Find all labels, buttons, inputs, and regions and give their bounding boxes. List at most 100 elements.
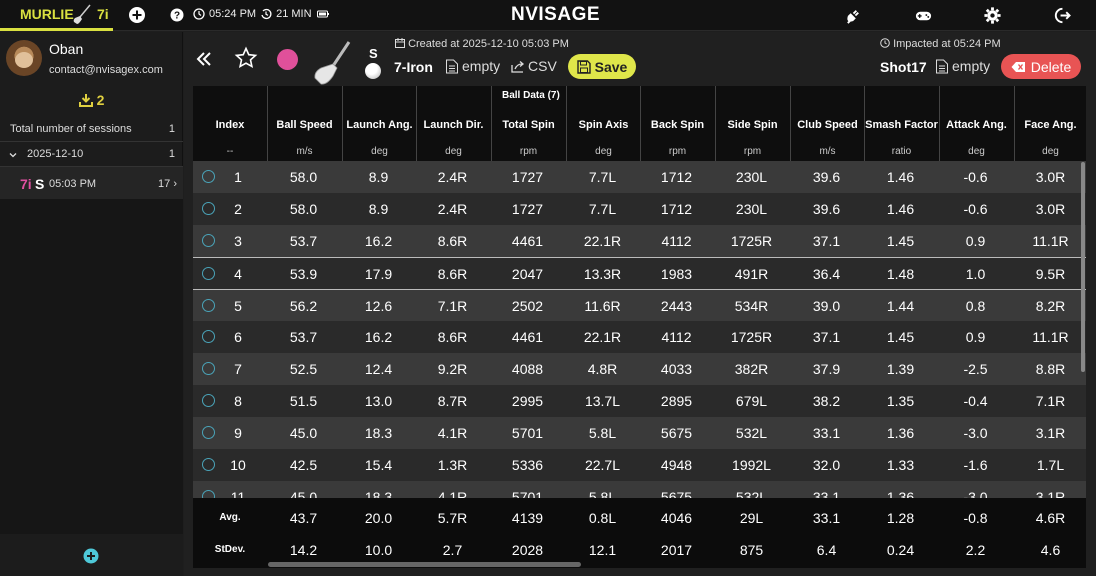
row-radio[interactable]: [202, 490, 215, 498]
current-time: 05:24 PM: [209, 8, 257, 20]
club-color-dot[interactable]: [277, 49, 298, 70]
gear-icon[interactable]: [983, 6, 1002, 25]
table-row[interactable]: 7 52.5 12.4 9.2R 4088 4.8R 4033 382R 37.9 1.39 -2.…: [193, 353, 1086, 385]
table-row[interactable]: 2 58.0 8.9 2.4R 1727 7.7L 1712 230L 39.6 1.46 -0.6…: [193, 193, 1086, 225]
table-row[interactable]: 8 51.5 13.0 8.7R 2995 13.7L 2895 679L 38.2 1.35 -0…: [193, 385, 1086, 417]
double-chevron-left-icon[interactable]: [196, 51, 212, 67]
time-status: 05:24 PM 21 MIN: [193, 8, 330, 20]
table-cell: 2047: [511, 266, 544, 282]
gamepad-icon[interactable]: [914, 6, 933, 25]
table-row[interactable]: 11 45.0 18.3 4.1R 5701 5.8L 5675 532L 33.1 1.36 -3…: [193, 481, 1086, 498]
table-row[interactable]: 9 45.0 18.3 4.1R 5701 5.8L 5675 532L 33.1 1.36 -3.…: [193, 417, 1086, 449]
table-cell: -0.6: [963, 169, 988, 185]
summary-cell: 2028: [511, 542, 544, 558]
document-icon: [936, 59, 948, 73]
table-cell: 8.9: [368, 201, 389, 217]
column-header[interactable]: Launch Ang. deg: [342, 86, 416, 161]
add-circle-icon[interactable]: [83, 548, 99, 564]
table-cell: -2.5: [963, 361, 988, 377]
row-radio[interactable]: [202, 234, 215, 247]
row-radio[interactable]: [202, 394, 215, 407]
table-cell: -1.6: [963, 457, 988, 473]
column-header[interactable]: Club Speed m/s: [790, 86, 864, 161]
table-cell: 230L: [735, 201, 768, 217]
delete-button[interactable]: Delete: [1001, 54, 1081, 79]
table-row[interactable]: 5 56.2 12.6 7.1R 2502 11.6R 2443 534R 39.0 1.44 0.…: [193, 289, 1086, 321]
table-cell: 7.1R: [1035, 393, 1066, 409]
column-header[interactable]: Attack Ang. deg: [939, 86, 1013, 161]
plug-icon[interactable]: [844, 6, 863, 25]
row-radio[interactable]: [202, 267, 215, 280]
table-cell: 18.3: [364, 489, 393, 498]
logout-icon[interactable]: [1052, 6, 1071, 25]
row-radio[interactable]: [202, 458, 215, 471]
table-cell: 491R: [734, 266, 769, 282]
row-index: 5: [234, 298, 242, 314]
column-header[interactable]: Side Spin rpm: [715, 86, 789, 161]
table-cell: 0.8: [965, 298, 986, 314]
row-radio[interactable]: [202, 202, 215, 215]
add-circle-icon[interactable]: [128, 6, 146, 24]
table-cell: 1.46: [886, 201, 915, 217]
svg-text:?: ?: [174, 11, 180, 22]
column-unit: deg: [1042, 146, 1059, 157]
date-group-row[interactable]: 2025-12-10 1: [0, 143, 183, 167]
column-header[interactable]: Smash Factor ratio: [864, 86, 938, 161]
table-cell: 4088: [511, 361, 544, 377]
session-item[interactable]: 7i S 05:03 PM 17 ›: [0, 167, 183, 199]
horizontal-scrollbar[interactable]: [268, 562, 581, 567]
column-unit: rpm: [668, 146, 687, 157]
column-header[interactable]: Face Ang. deg: [1014, 86, 1086, 161]
vertical-scrollbar[interactable]: [1081, 162, 1085, 372]
table-cell: 45.0: [289, 425, 318, 441]
table-row[interactable]: 1 58.0 8.9 2.4R 1727 7.7L 1712 230L 39.6 1.46 -0.6…: [193, 161, 1086, 193]
session-note-button[interactable]: empty: [445, 58, 500, 74]
table-cell: 18.3: [364, 425, 393, 441]
table-cell: 7.7L: [588, 169, 617, 185]
table-cell: 15.4: [364, 457, 393, 473]
total-sessions-label: Total number of sessions: [10, 123, 132, 135]
import-button[interactable]: 2: [0, 92, 183, 108]
clock-icon: [193, 8, 205, 20]
save-button[interactable]: Save: [568, 54, 636, 79]
clock-icon: [880, 38, 890, 48]
table-cell: 4112: [661, 233, 692, 249]
star-icon[interactable]: [234, 46, 258, 70]
column-header-index[interactable]: Index --: [193, 86, 267, 161]
table-cell: 1.36: [886, 489, 915, 498]
column-header[interactable]: Total Spin rpm: [491, 86, 565, 161]
session-duration: 21 MIN: [276, 8, 312, 20]
export-csv-button[interactable]: CSV: [511, 58, 557, 74]
row-radio[interactable]: [202, 426, 215, 439]
profile-card[interactable]: Oban contact@nvisagex.com: [0, 32, 183, 86]
row-index: 10: [230, 457, 246, 473]
table-cell: 22.1R: [583, 329, 622, 345]
user-tab[interactable]: MURLIE 7i: [0, 0, 113, 31]
table-row[interactable]: 10 42.5 15.4 1.3R 5336 22.7L 4948 1992L 32.0 1.33…: [193, 449, 1086, 481]
column-header[interactable]: Ball Speed m/s: [267, 86, 341, 161]
row-index: 2: [234, 201, 242, 217]
date-group-count: 1: [168, 148, 175, 160]
column-header[interactable]: Spin Axis deg: [566, 86, 640, 161]
table-cell: 12.4: [364, 361, 393, 377]
column-header[interactable]: Back Spin rpm: [640, 86, 714, 161]
iron-club-icon: [314, 41, 351, 85]
row-radio[interactable]: [202, 170, 215, 183]
help-icon[interactable]: ?: [170, 8, 184, 22]
row-radio[interactable]: [202, 299, 215, 312]
session-mode: S: [35, 176, 45, 192]
column-label: Smash Factor: [865, 119, 938, 131]
table-row[interactable]: 6 53.7 16.2 8.6R 4461 22.1R 4112 1725R 37.1 1.45 0…: [193, 321, 1086, 353]
row-index: 4: [234, 266, 242, 282]
table-body[interactable]: 1 58.0 8.9 2.4R 1727 7.7L 1712 230L 39.6 1.46 -0.6…: [193, 161, 1086, 498]
table-cell: 38.2: [812, 393, 841, 409]
row-radio[interactable]: [202, 330, 215, 343]
column-header[interactable]: Launch Dir. deg: [416, 86, 490, 161]
table-row[interactable]: 3 53.7 16.2 8.6R 4461 22.1R 4112 1725R 37.1 1.45 0…: [193, 225, 1086, 257]
row-radio[interactable]: [202, 362, 215, 375]
shot-note-button[interactable]: empty: [935, 58, 990, 74]
table-cell: 12.6: [364, 298, 393, 314]
table-cell: 2.4R: [437, 169, 468, 185]
row-index: 8: [234, 393, 242, 409]
table-row[interactable]: 4 53.9 17.9 8.6R 2047 13.3R 1983 491R 36.4 1.48 1.…: [193, 257, 1086, 289]
